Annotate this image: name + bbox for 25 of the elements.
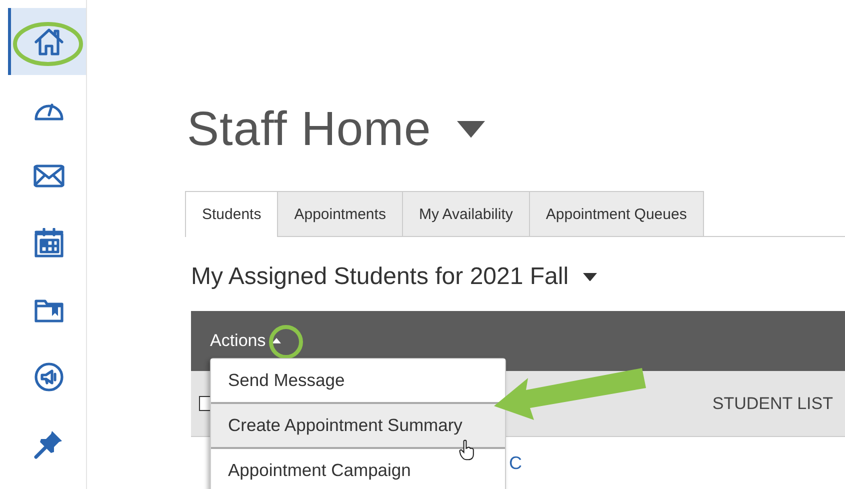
menu-item[interactable]: Create Appointment Summary xyxy=(211,402,505,447)
hand-cursor-icon xyxy=(459,437,475,463)
highlight-circle xyxy=(13,22,83,66)
pushpin-icon xyxy=(34,428,64,458)
section-title: My Assigned Students for 2021 Fall xyxy=(191,263,569,291)
menu-item[interactable]: Send Message xyxy=(211,359,505,402)
column-header: STUDENT LIST xyxy=(712,394,833,414)
menu-item[interactable]: Appointment Campaign xyxy=(211,447,505,489)
folder-icon xyxy=(34,296,64,322)
actions-label[interactable]: Actions xyxy=(210,331,266,351)
tab[interactable]: My Availability xyxy=(402,191,530,236)
calendar-icon xyxy=(34,228,64,258)
megaphone-icon xyxy=(34,362,64,392)
tab[interactable]: Appointments xyxy=(277,191,403,236)
caret-icon[interactable] xyxy=(457,121,486,138)
caret-icon[interactable] xyxy=(582,272,597,282)
highlight-circle xyxy=(268,324,304,360)
sidebar-item[interactable] xyxy=(8,8,86,75)
tab[interactable]: Students xyxy=(185,191,278,237)
home-icon xyxy=(34,28,64,56)
tab[interactable]: Appointment Queues xyxy=(528,191,704,236)
student-link[interactable]: C xyxy=(509,452,522,474)
caret-icon[interactable] xyxy=(272,338,281,344)
mail-icon xyxy=(32,164,64,188)
page-title: Staff Home xyxy=(187,102,432,157)
